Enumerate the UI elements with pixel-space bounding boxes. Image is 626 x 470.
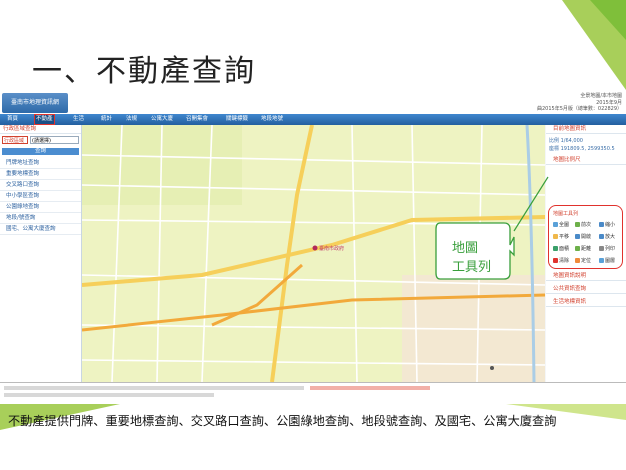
toolbar-title: 地圖工具列 bbox=[553, 211, 579, 217]
callout-text: 地圖 工具列 bbox=[452, 241, 492, 275]
nav-stats[interactable]: 統計 bbox=[100, 115, 113, 124]
menu-item-school[interactable]: 中小學區查詢 bbox=[0, 191, 81, 202]
life-landmark-title[interactable]: 生活地標資訊 bbox=[546, 298, 626, 307]
map-coords-text: 座標 191809.5, 2599350.5 bbox=[549, 146, 615, 152]
nav-realestate[interactable]: 不動產 bbox=[34, 114, 55, 125]
district-select[interactable]: (請選擇) bbox=[30, 136, 79, 144]
tool-print[interactable]: 列印 bbox=[599, 245, 615, 252]
nav-parcel[interactable]: 地段地號 bbox=[260, 115, 284, 124]
site-logo[interactable]: 臺南市地理資訊網 bbox=[2, 93, 68, 113]
callout-pointer bbox=[513, 176, 549, 232]
tool-zoom-in[interactable]: 放大 bbox=[599, 233, 615, 240]
nav-law[interactable]: 法規 bbox=[125, 115, 138, 124]
tool-fullmap[interactable]: 全圖 bbox=[553, 221, 569, 228]
app-header: 臺南市地理資訊網 全景地圖/本市地圖 2015年9月 曲2015年5月版（總筆數… bbox=[0, 92, 626, 115]
main-nav: 首頁 不動產 生活 統計 法規 公寓大廈 召開集會 關鍵標籤 地段地號 bbox=[0, 114, 626, 125]
map-label-cityhall[interactable]: 臺南市政府 bbox=[319, 245, 344, 252]
district-label: 行政區域 bbox=[2, 136, 28, 144]
tool-distance[interactable]: 距離 bbox=[575, 245, 591, 252]
header-info: 全景地圖/本市地圖 2015年9月 曲2015年5月版（總筆數：022829） bbox=[537, 93, 622, 112]
status-bar bbox=[0, 382, 626, 404]
tool-layers[interactable]: 圖層 bbox=[599, 257, 615, 264]
menu-item-landmark[interactable]: 重要地標查詢 bbox=[0, 169, 81, 180]
map-scale-text: 比例 1/64,000 bbox=[549, 138, 583, 144]
nav-home[interactable]: 首頁 bbox=[6, 115, 19, 124]
tool-open[interactable]: 開啟 bbox=[575, 233, 591, 240]
nav-life[interactable]: 生活 bbox=[72, 115, 85, 124]
tool-clear[interactable]: 清除 bbox=[553, 257, 569, 264]
menu-item-address[interactable]: 門牌地址查詢 bbox=[0, 158, 81, 169]
tool-pan[interactable]: 平移 bbox=[553, 233, 569, 240]
menu-item-intersection[interactable]: 交叉路口查詢 bbox=[0, 180, 81, 191]
app-screenshot: 臺南市地理資訊網 全景地圖/本市地圖 2015年9月 曲2015年5月版（總筆數… bbox=[0, 92, 626, 404]
map-help-title[interactable]: 地圖資訊說明 bbox=[546, 272, 626, 281]
tool-locate[interactable]: 定位 bbox=[575, 257, 591, 264]
map-toolbar: 地圖工具列 全圖 前次 縮小 平移 開啟 放大 面積 距離 列印 清除 定位 圖… bbox=[548, 205, 623, 269]
tool-area[interactable]: 面積 bbox=[553, 245, 569, 252]
tool-zoom-out[interactable]: 縮小 bbox=[599, 221, 615, 228]
left-panel: 行政區域查詢 行政區域 (請選擇) 查詢 門牌地址查詢 重要地標查詢 交叉路口查… bbox=[0, 125, 82, 382]
menu-item-condo[interactable]: 國宅、公寓大廈查詢 bbox=[0, 224, 81, 235]
menu-item-park[interactable]: 公園綠地查詢 bbox=[0, 202, 81, 213]
district-query-button[interactable]: 查詢 bbox=[2, 148, 79, 155]
nav-meeting[interactable]: 召開集會 bbox=[185, 115, 209, 124]
slide-title: 一、不動產查詢 bbox=[32, 54, 256, 89]
tool-previous[interactable]: 前次 bbox=[575, 221, 591, 228]
public-info-title[interactable]: 公共資訊查詢 bbox=[546, 285, 626, 294]
nav-condo[interactable]: 公寓大廈 bbox=[150, 115, 174, 124]
slide-caption: 不動產提供門牌、重要地標查詢、交叉路口查詢、公園綠地查詢、地段號查詢、及國宅、公… bbox=[8, 414, 557, 428]
map-info-title: 目前地圖資訊 bbox=[546, 125, 626, 134]
district-section-title: 行政區域查詢 bbox=[0, 125, 81, 134]
nav-keyword[interactable]: 關鍵標籤 bbox=[225, 115, 249, 124]
scale-section-title[interactable]: 地圖比例尺 bbox=[546, 156, 626, 165]
right-panel: 目前地圖資訊 比例 1/64,000 座標 191809.5, 2599350.… bbox=[546, 125, 626, 382]
menu-item-parcel[interactable]: 地段/號查詢 bbox=[0, 213, 81, 224]
